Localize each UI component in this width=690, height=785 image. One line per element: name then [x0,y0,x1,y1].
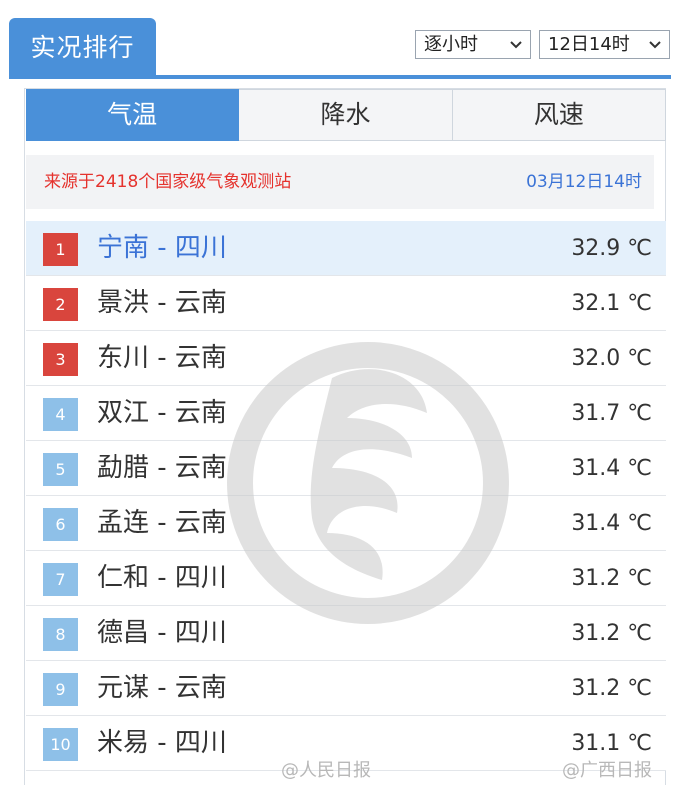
table-row[interactable]: 3 东川 - 云南 32.0 ℃ [26,331,666,386]
source-bar: 来源于2418个国家级气象观测站 03月12日14时 [26,155,654,209]
station-name: 元谋 - 云南 [97,673,227,703]
table-row[interactable]: 6 孟连 - 云南 31.4 ℃ [26,496,666,551]
temperature-value: 31.7 ℃ [571,401,652,426]
time-select[interactable]: 12日14时 [539,30,670,59]
station-name: 东川 - 云南 [97,343,227,373]
observation-time: 03月12日14时 [526,172,642,192]
page-title: 实况排行 [9,18,156,78]
rank-badge: 4 [43,398,78,431]
chevron-down-icon [510,31,522,68]
station-name: 勐腊 - 云南 [97,453,227,483]
temperature-value: 32.0 ℃ [571,346,652,371]
table-row[interactable]: 9 元谋 - 云南 31.2 ℃ [26,661,666,716]
station-name: 德昌 - 四川 [97,618,227,648]
temperature-value: 31.2 ℃ [571,621,652,646]
metric-tabs: 气温 降水 风速 [26,89,666,141]
temperature-value: 31.4 ℃ [571,456,652,481]
table-row[interactable]: 4 双江 - 云南 31.7 ℃ [26,386,666,441]
temperature-value: 31.2 ℃ [571,566,652,591]
temperature-value: 32.9 ℃ [571,236,652,261]
tab-temperature[interactable]: 气温 [26,89,240,141]
station-name: 景洪 - 云南 [97,288,227,318]
table-row[interactable]: 2 景洪 - 云南 32.1 ℃ [26,276,666,331]
station-name: 孟连 - 云南 [97,508,227,538]
rank-badge: 2 [43,288,78,321]
interval-select[interactable]: 逐小时 [415,30,531,59]
table-row[interactable]: 8 德昌 - 四川 31.2 ℃ [26,606,666,661]
table-row[interactable]: 1 宁南 - 四川 32.9 ℃ [26,221,666,276]
time-select-value: 12日14时 [548,34,630,55]
station-name: 米易 - 四川 [97,728,227,758]
temperature-value: 31.2 ℃ [571,676,652,701]
rank-badge: 3 [43,343,78,376]
interval-select-value: 逐小时 [424,34,478,55]
rank-badge: 9 [43,673,78,706]
rank-badge: 5 [43,453,78,486]
rank-badge: 8 [43,618,78,651]
station-name: 仁和 - 四川 [97,563,227,593]
tab-wind-speed[interactable]: 风速 [452,89,666,141]
temperature-value: 32.1 ℃ [571,291,652,316]
station-name: 双江 - 云南 [97,398,227,428]
rank-badge: 1 [43,233,78,266]
source-text: 来源于2418个国家级气象观测站 [44,172,292,192]
rank-badge: 6 [43,508,78,541]
header-divider [9,75,671,79]
chevron-down-icon [649,31,661,68]
ranking-panel: 气温 降水 风速 来源于2418个国家级气象观测站 03月12日14时 1 宁南… [24,88,666,785]
rank-badge: 7 [43,563,78,596]
ranking-list: 1 宁南 - 四川 32.9 ℃ 2 景洪 - 云南 32.1 ℃ 3 东川 -… [26,221,666,771]
weibo-credit: @广西日报 [562,760,652,781]
table-row[interactable]: 5 勐腊 - 云南 31.4 ℃ [26,441,666,496]
table-row[interactable]: 7 仁和 - 四川 31.2 ℃ [26,551,666,606]
tab-precipitation[interactable]: 降水 [239,89,453,141]
station-name: 宁南 - 四川 [97,233,227,263]
rank-badge: 10 [43,728,78,761]
weibo-credit: @人民日报 [281,760,371,781]
temperature-value: 31.4 ℃ [571,511,652,536]
